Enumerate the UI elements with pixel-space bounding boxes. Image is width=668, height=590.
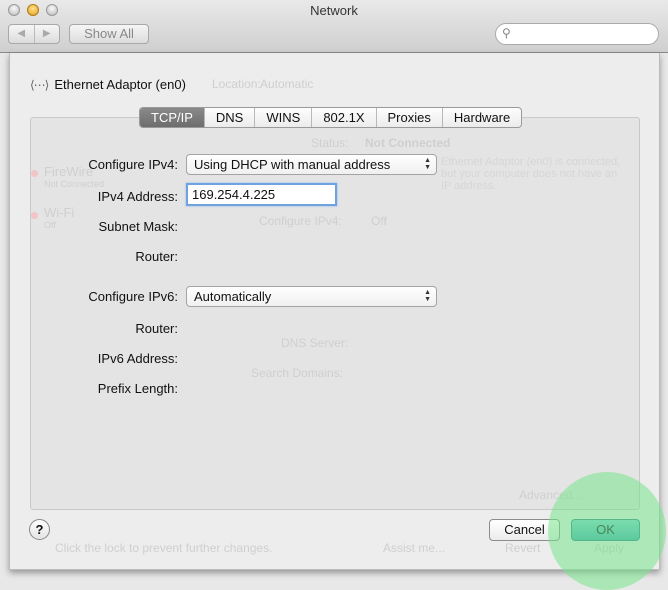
bg-sidebar-wifi: Wi-Fi xyxy=(44,205,75,220)
bg-sidebar-firewire: FireWire xyxy=(44,164,94,179)
configure-ipv4-value: Using DHCP with manual address xyxy=(194,157,391,172)
bg-location-label: Location: xyxy=(212,77,261,91)
ethernet-icon: ⟨⋯⟩ xyxy=(30,77,49,92)
ipv4-address-label: IPv4 Address: xyxy=(97,189,178,204)
bg-status-dot xyxy=(31,212,38,219)
bg-apply: Apply xyxy=(594,541,625,555)
show-all-button[interactable]: Show All xyxy=(69,24,149,44)
configure-ipv4-popup[interactable]: Using DHCP with manual address ▲ ▼ xyxy=(186,154,437,175)
updown-arrow-icon: ▲ ▼ xyxy=(424,157,431,171)
tab-wins[interactable]: WINS xyxy=(254,108,311,127)
configure-ipv6-popup[interactable]: Automatically ▲ ▼ xyxy=(186,286,437,307)
configure-ipv4-label: Configure IPv4: xyxy=(88,157,178,172)
bg-status-value: Not Connected xyxy=(365,136,451,150)
tab-panel: Status: Not Connected Ethernet Adaptor (… xyxy=(30,117,640,510)
updown-arrow-icon: ▲ ▼ xyxy=(424,289,431,303)
bg-revert: Revert xyxy=(505,541,541,555)
bg-location-value: Automatic xyxy=(260,77,314,91)
bg-dns-server: DNS Server: xyxy=(281,336,349,350)
prefix-length-label: Prefix Length: xyxy=(97,381,178,396)
ok-button[interactable]: OK xyxy=(571,519,640,541)
help-button[interactable]: ? xyxy=(29,519,50,540)
tab-proxies[interactable]: Proxies xyxy=(375,108,442,127)
search-icon: ⚲ xyxy=(502,26,511,40)
title-bar: Network ◀ ▶ Show All ⚲ xyxy=(0,0,668,53)
nav-buttons: ◀ ▶ xyxy=(8,24,60,44)
forward-button[interactable]: ▶ xyxy=(33,25,60,43)
ipv4-address-input[interactable]: 169.254.4.225 xyxy=(186,183,337,206)
bg-assist: Assist me... xyxy=(383,541,446,555)
back-button[interactable]: ◀ xyxy=(9,25,34,43)
bg-search-domains: Search Domains: xyxy=(251,366,344,380)
window-title: Network xyxy=(310,3,358,18)
bg-advanced: Advanced... xyxy=(519,488,583,502)
bg-sidebar-firewire-status: Not Connected xyxy=(44,179,105,189)
adapter-header: ⟨⋯⟩ Ethernet Adaptor (en0) xyxy=(30,77,186,92)
router6-label: Router: xyxy=(135,321,178,336)
tab-dns[interactable]: DNS xyxy=(203,108,254,127)
router-label: Router: xyxy=(135,249,178,264)
search-input[interactable]: ⚲ xyxy=(495,23,659,45)
adapter-name: Ethernet Adaptor (en0) xyxy=(54,77,186,92)
configure-ipv6-label: Configure IPv6: xyxy=(88,289,178,304)
cancel-button[interactable]: Cancel xyxy=(489,519,560,541)
tab-8021x[interactable]: 802.1X xyxy=(311,108,375,127)
bg-configure-ipv4: Configure IPv4: xyxy=(259,214,342,228)
bg-status-dot xyxy=(31,170,38,177)
bg-status-desc: Ethernet Adaptor (en0) is connected, but… xyxy=(441,156,621,192)
ipv6-address-label: IPv6 Address: xyxy=(97,351,178,366)
tab-hardware[interactable]: Hardware xyxy=(441,108,521,127)
configure-ipv6-value: Automatically xyxy=(194,289,272,304)
bg-sidebar-wifi-status: Off xyxy=(44,220,56,230)
tab-bar: TCP/IP DNS WINS 802.1X Proxies Hardware xyxy=(139,107,523,128)
subnet-mask-label: Subnet Mask: xyxy=(98,219,179,234)
tab-tcpip[interactable]: TCP/IP xyxy=(140,108,204,127)
bg-lock-text: Click the lock to prevent further change… xyxy=(55,541,273,555)
bg-configure-ipv4-value: Off xyxy=(371,214,387,228)
bg-status-label: Status: xyxy=(311,136,349,150)
